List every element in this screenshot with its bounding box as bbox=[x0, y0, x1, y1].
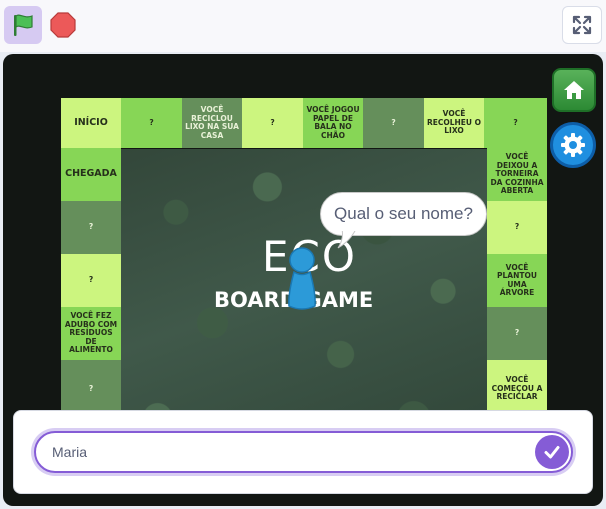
board-cell: VOCÊ RECOLHEU O LIXO bbox=[424, 98, 484, 148]
home-icon bbox=[564, 81, 584, 99]
gear-icon bbox=[561, 133, 585, 157]
settings-button[interactable] bbox=[550, 122, 596, 168]
green-flag-button[interactable] bbox=[4, 6, 42, 44]
speech-bubble-tail bbox=[337, 229, 357, 249]
fullscreen-icon bbox=[572, 15, 592, 35]
board-cell: ? bbox=[242, 98, 303, 148]
board-cell: ? bbox=[487, 307, 547, 360]
board-cell: ? bbox=[61, 254, 121, 307]
board-cell: VOCÊ RECICLOU LIXO NA SUA CASA bbox=[182, 98, 242, 148]
fullscreen-button[interactable] bbox=[562, 6, 602, 44]
board-cell: ? bbox=[363, 98, 424, 148]
board-cell: ? bbox=[61, 201, 121, 254]
stop-button[interactable] bbox=[48, 10, 78, 40]
player-pawn-sprite[interactable] bbox=[285, 246, 319, 310]
board-cell-finish: CHEGADA bbox=[61, 148, 121, 201]
board-cell-start: INÍCIO bbox=[61, 98, 121, 148]
board-cell: VOCÊ FEZ ADUBO COM RESÍDUOS DE ALIMENTO bbox=[61, 307, 121, 360]
stage-header bbox=[0, 0, 606, 52]
board-cell: VOCÊ DEIXOU A TORNEIRA DA COZINHA ABERTA bbox=[487, 148, 547, 201]
ask-prompt-panel bbox=[13, 410, 593, 494]
stage-canvas[interactable]: INÍCIO ? VOCÊ RECICLOU LIXO NA SUA CASA … bbox=[3, 54, 603, 506]
board-cell: ? bbox=[121, 98, 182, 148]
green-flag-icon bbox=[14, 14, 33, 36]
board-cell: VOCÊ PLANTOU UMA ÁRVORE bbox=[487, 254, 547, 307]
stop-sign-icon bbox=[50, 12, 76, 38]
board-cell: ? bbox=[484, 98, 547, 148]
answer-input[interactable] bbox=[34, 431, 573, 473]
board-cell: VOCÊ JOGOU PAPEL DE BALA NO CHÃO bbox=[303, 98, 363, 148]
check-icon bbox=[544, 446, 560, 459]
board-cell: ? bbox=[487, 201, 547, 254]
submit-answer-button[interactable] bbox=[535, 435, 569, 469]
home-button[interactable] bbox=[552, 68, 596, 112]
